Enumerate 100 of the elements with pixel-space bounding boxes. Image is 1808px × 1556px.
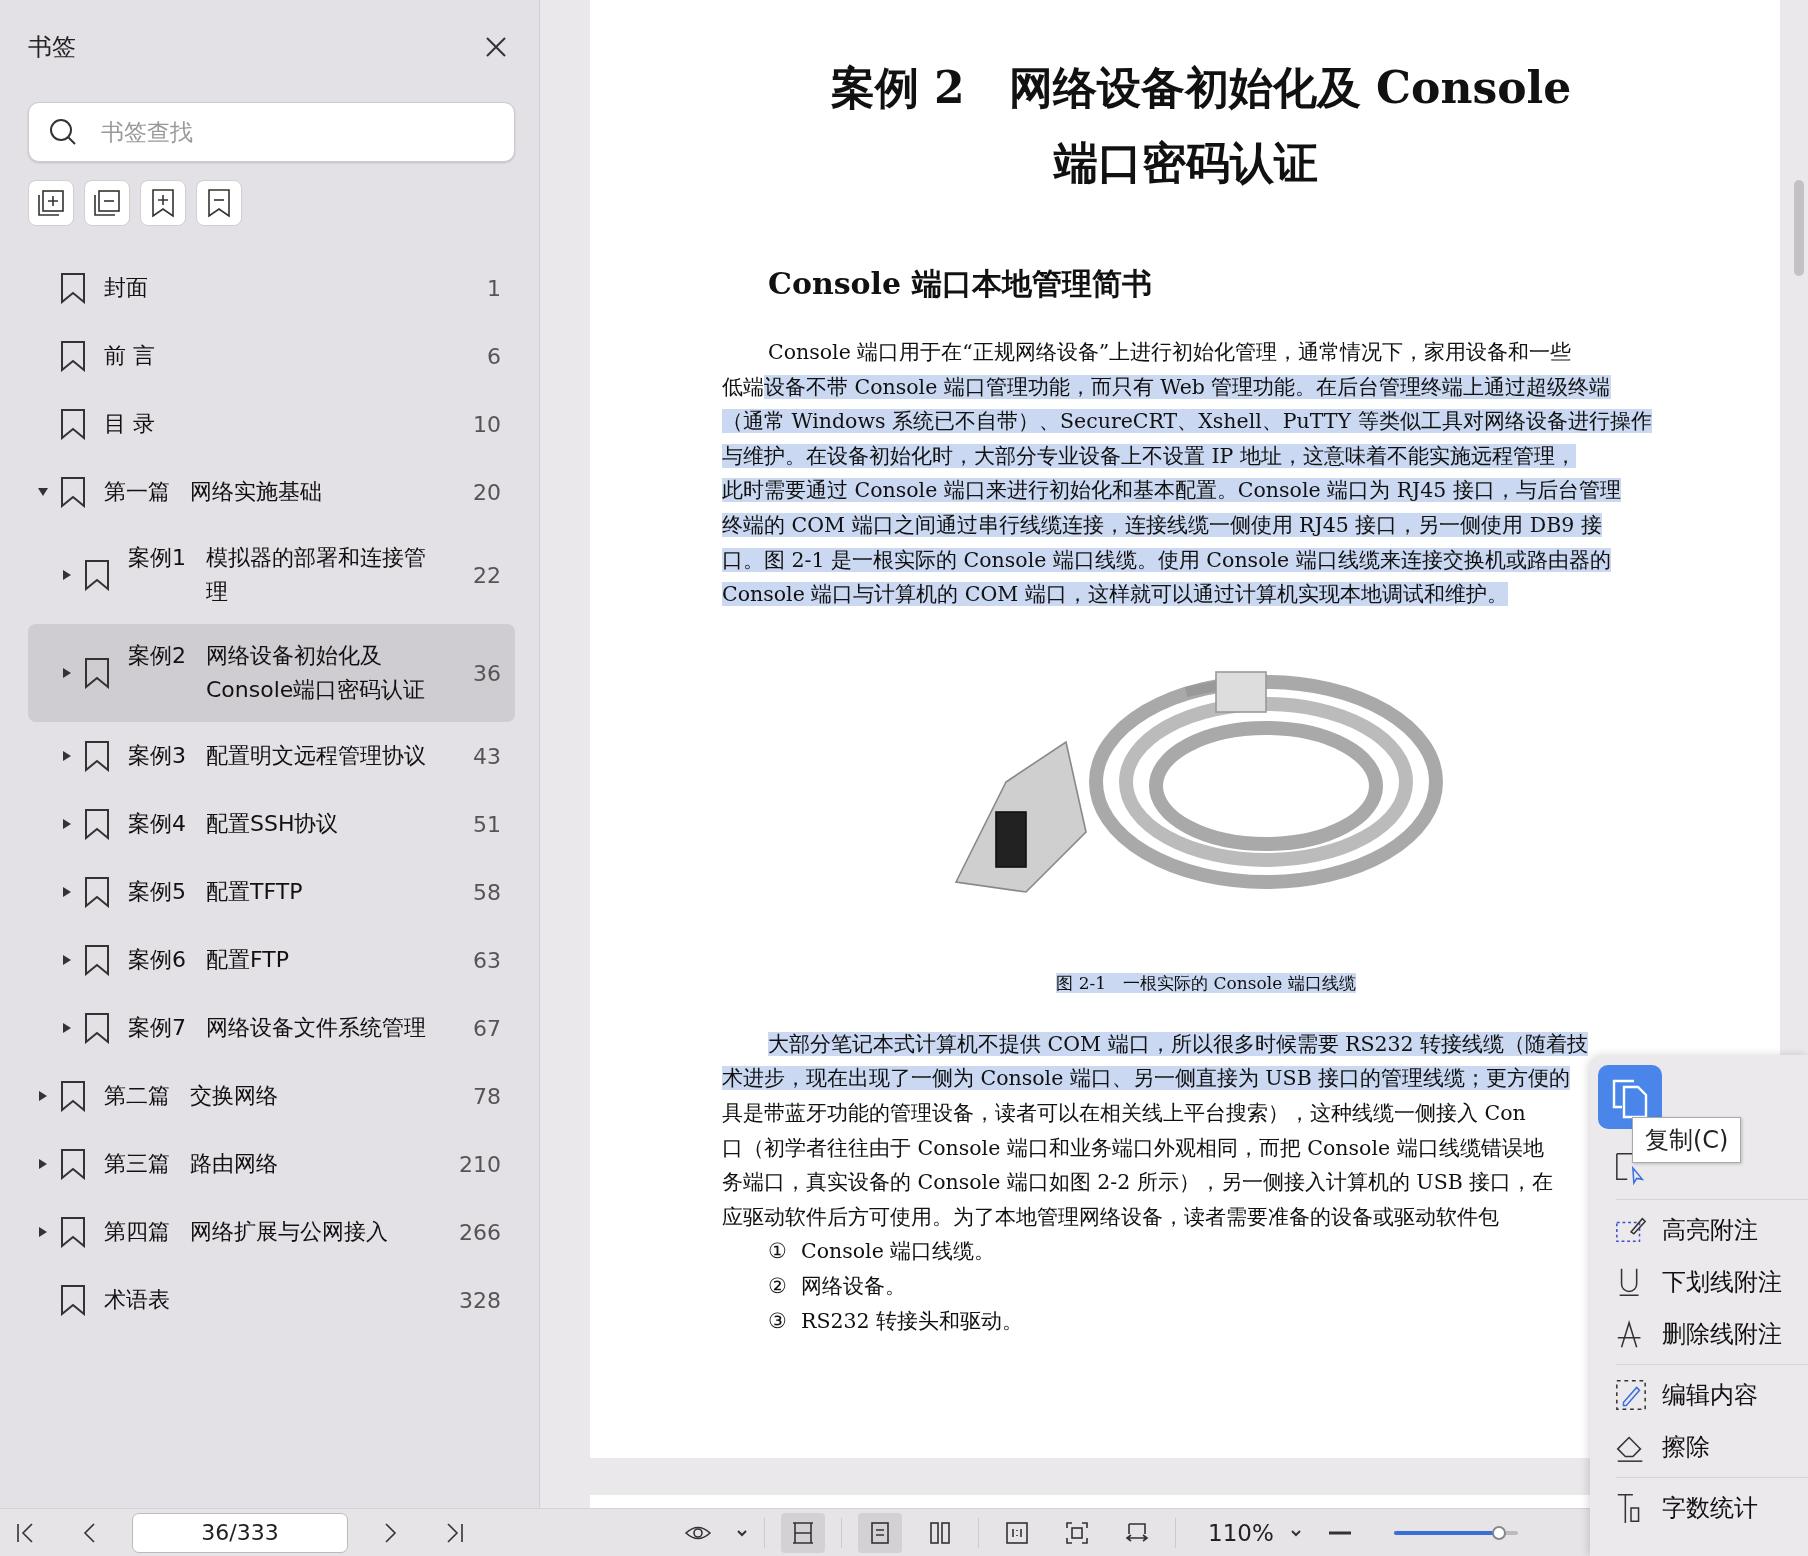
highlighted-text: 与维护。在设备初始化时，大部分专业设备上不设置 IP 地址，这意味着不能实施远程管理， [722, 443, 1576, 468]
bookmark-item[interactable]: 术语表 328 [28, 1266, 515, 1334]
bookmark-item[interactable]: 案例5 配置TFTP 58 [28, 858, 515, 926]
collapse-all-icon [91, 187, 123, 219]
body-text: 低端 [722, 374, 764, 399]
bookmark-title: 配置TFTP [206, 878, 304, 906]
bookmark-add-button[interactable] [140, 180, 186, 226]
bookmark-icon [60, 476, 86, 508]
highlighted-text: （通常 Windows 系统已不自带）、SecureCRT、Xshell、PuTTY 等类似工具对网络设备进行操作 [722, 409, 1652, 434]
bookmark-title: 网络实施基础 [190, 478, 323, 506]
document-title: 案例 2 网络设备初始化及 Console [829, 61, 1573, 115]
expand-all-icon [35, 187, 67, 219]
toggle-icon[interactable] [63, 887, 71, 897]
bookmark-item[interactable]: 第三篇 路由网络 210 [28, 1130, 515, 1198]
menu-item[interactable]: 删除线附注 [1614, 1308, 1808, 1360]
body-text: 应驱动软件后方可使用。为了本地管理网络设备，读者需要准备的设备或驱动软件包 [722, 1204, 1499, 1229]
bookmark-number: 案例6 [128, 946, 186, 974]
bookmark-title: 网络设备文件系统管理 [206, 1014, 427, 1042]
close-icon[interactable] [485, 36, 507, 58]
page-number: 36 [472, 660, 501, 686]
body-text: 口（初学者往往由于 Console 端口和业务端口外观相同，而把 Console 端口线缆错误地 [722, 1135, 1544, 1160]
page-number: 22 [472, 562, 501, 588]
bookmark-item[interactable]: 第四篇 网络扩展与公网接入 266 [28, 1198, 515, 1266]
bookmark-number: 案例2 [128, 642, 186, 670]
bookmark-title: 交换网络 [190, 1082, 279, 1110]
collapse-all-button[interactable] [84, 180, 130, 226]
two-page-icon [927, 1519, 953, 1546]
bookmark-item[interactable]: 第一篇 网络实施基础 20 [28, 458, 515, 526]
bookmark-item[interactable]: 封面 1 [28, 254, 515, 322]
section-heading: Console 端口本地管理简书 [768, 265, 1153, 303]
bookmark-title: 配置明文远程管理协议 [206, 742, 427, 770]
bookmark-icon [60, 272, 86, 304]
bookmark-number: 第三篇 [104, 1150, 170, 1178]
bookmark-remove-button[interactable] [196, 180, 242, 226]
bookmark-title: 路由网络 [190, 1150, 279, 1178]
toggle-icon[interactable] [39, 1091, 47, 1101]
bookmark-item[interactable]: 前 言 6 [28, 322, 515, 390]
toggle-icon[interactable] [39, 1227, 47, 1237]
menu-item[interactable]: 擦除 [1614, 1421, 1808, 1473]
bookmark-icon [60, 1148, 86, 1180]
panel-title: 书签 [28, 32, 76, 63]
bookmark-icon [60, 1216, 86, 1248]
list-item-text: Console 端口线缆。 [801, 1238, 996, 1266]
bookmark-icon [84, 808, 110, 840]
single-page-button[interactable] [858, 1512, 902, 1553]
bookmark-item[interactable]: 案例1 模拟器的部署和连接管理 22 [28, 526, 515, 624]
page-number-field[interactable]: 36/333 [132, 1512, 348, 1553]
slider-thumb[interactable] [1492, 1525, 1507, 1540]
bookmark-number: 第二篇 [104, 1082, 170, 1110]
zoom-level[interactable]: 110% [1208, 1519, 1274, 1546]
toggle-icon[interactable] [63, 819, 71, 829]
edit-icon [1614, 1377, 1648, 1413]
fit-width-button[interactable] [781, 1512, 825, 1553]
bookmark-number: 案例1 [128, 544, 186, 572]
bookmark-item[interactable]: 案例4 配置SSH协议 51 [28, 790, 515, 858]
menu-item[interactable]: 下划线附注 [1614, 1256, 1808, 1308]
tooltip: 复制(C) [1632, 1117, 1742, 1163]
menu-item[interactable]: 高亮附注 [1614, 1204, 1808, 1256]
search-field[interactable]: 书签查找 [28, 102, 515, 162]
body-text: 务端口，真实设备的 Console 端口如图 2-2 所示），另一侧接入计算机的 USB 接口，在 [722, 1170, 1554, 1195]
bookmark-icon [60, 1080, 86, 1112]
bookmark-number: 第四篇 [104, 1218, 170, 1246]
bookmark-number: 案例4 [128, 810, 186, 838]
bookmark-icon [84, 740, 110, 772]
bookmark-icon [60, 408, 86, 440]
list-marker: ② [768, 1272, 787, 1300]
scrollbar-thumb[interactable] [1794, 180, 1804, 276]
page-number: 58 [472, 879, 501, 905]
bookmark-title: 目 录 [104, 410, 156, 438]
page-number: 266 [459, 1219, 501, 1245]
toggle-icon[interactable] [63, 668, 71, 678]
bookmark-item[interactable]: 案例2 网络设备初始化及Console端口密码认证 36 [28, 624, 515, 722]
toggle-icon[interactable] [63, 955, 71, 965]
fit-width-icon [790, 1519, 816, 1546]
bookmark-number: 案例5 [128, 878, 186, 906]
toggle-icon[interactable] [63, 1023, 71, 1033]
bookmark-item[interactable]: 第二篇 交换网络 78 [28, 1062, 515, 1130]
highlighted-text: 终端的 COM 端口之间通过串行线缆连接，连接线缆一侧使用 RJ45 接口，另一侧使用 DB9 接 [722, 512, 1602, 537]
toggle-icon[interactable] [63, 751, 71, 761]
menu-item[interactable]: 字数统计 [1614, 1482, 1808, 1534]
bookmark-item[interactable]: 案例7 网络设备文件系统管理 67 [28, 994, 515, 1062]
bookmark-item[interactable]: 目 录 10 [28, 390, 515, 458]
fit-page-icon [1064, 1519, 1090, 1546]
toggle-icon[interactable] [38, 488, 48, 496]
bookmark-icon [84, 876, 110, 908]
list-marker: ③ [768, 1307, 787, 1335]
bookmark-item[interactable]: 案例6 配置FTP 63 [28, 926, 515, 994]
highlighted-text: 大部分笔记本式计算机不提供 COM 端口，所以很多时候需要 RS232 转接线缆（随着技 [768, 1031, 1589, 1056]
expand-all-button[interactable] [28, 180, 74, 226]
toggle-icon[interactable] [39, 1159, 47, 1169]
bookmark-title: 网络设备初始化及Console端口密码认证 [206, 642, 427, 704]
bookmark-item[interactable]: 案例3 配置明文远程管理协议 43 [28, 722, 515, 790]
toggle-icon[interactable] [63, 570, 71, 580]
zoom-slider[interactable] [1393, 1524, 1518, 1541]
highlighted-text: 设备不带 Console 端口管理功能，而只有 Web 管理功能。在后台管理终端上通过超级终端 [764, 374, 1611, 399]
bookmark-icon [84, 657, 110, 689]
menu-item[interactable]: 编辑内容 [1614, 1369, 1808, 1421]
highlighted-text: Console 端口与计算机的 COM 端口，这样就可以通过计算机实现本地调试和维护。 [722, 582, 1508, 607]
copy-button[interactable] [1598, 1065, 1662, 1129]
bookmark-icon [84, 1012, 110, 1044]
